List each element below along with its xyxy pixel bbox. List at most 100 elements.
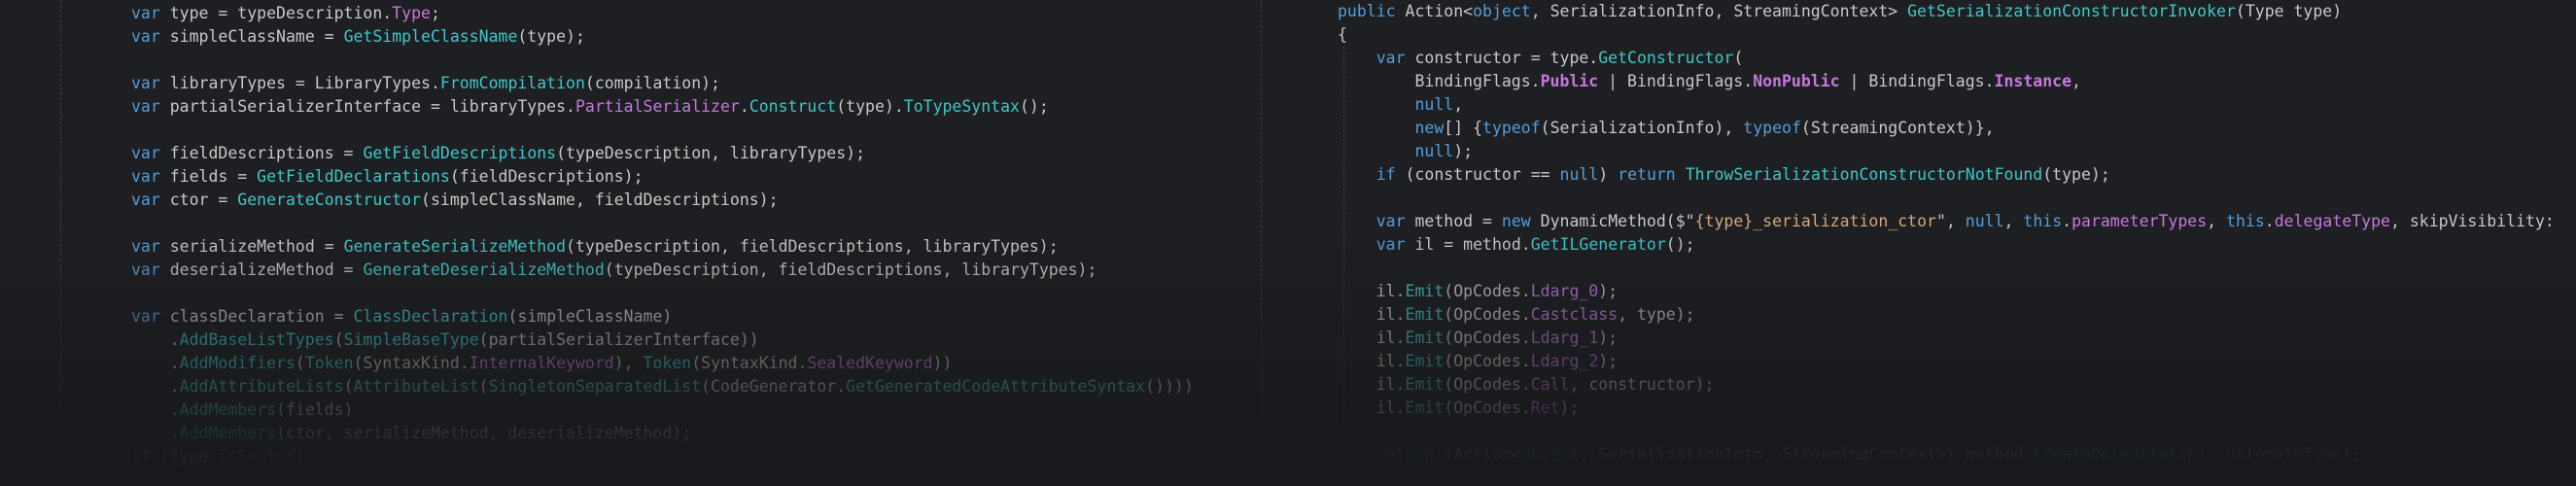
code-token: (OpCodes.: [1444, 375, 1531, 394]
code-token: new: [1501, 212, 1541, 230]
code-token: DynamicMethod($": [1540, 212, 1695, 230]
code-token: );: [1559, 399, 1580, 417]
code-token: Emit: [1405, 375, 1445, 394]
code-line[interactable]: var fields = GetFieldDeclarations(fieldD…: [131, 165, 644, 189]
code-line[interactable]: il.Emit(OpCodes.Ldarg_2);: [1338, 350, 1618, 373]
code-line[interactable]: var libraryTypes = LibraryTypes.FromComp…: [131, 72, 720, 95]
code-token: Ret: [1530, 399, 1560, 417]
code-token: if: [1375, 165, 1406, 184]
code-line[interactable]: var deserializeMethod = GenerateDeserial…: [131, 259, 1097, 282]
code-line[interactable]: var partialSerializerInterface = library…: [131, 95, 1049, 119]
code-token: GetFieldDescriptions: [363, 144, 557, 162]
code-token: SealedKeyword: [807, 354, 933, 372]
code-token: (CodeGenerator.: [701, 377, 847, 396]
code-token: ToTypeSyntax: [903, 97, 1020, 116]
code-token: (StreamingContext)},: [1800, 119, 1995, 137]
code-token: ()))): [1145, 377, 1194, 396]
code-line[interactable]: il.Emit(OpCodes.Ldarg_0);: [1338, 280, 1618, 303]
code-line[interactable]: if (constructor == null) return ThrowSer…: [1338, 163, 2110, 187]
code-token: il.: [1338, 329, 1406, 347]
code-token: GenerateDeserializeMethod: [363, 260, 605, 279]
code-token: (fields): [276, 400, 354, 419]
code-token: Token: [643, 354, 692, 372]
code-line[interactable]: if (type.IsSealed): [131, 445, 305, 469]
code-token: null: [1414, 95, 1454, 114]
code-line[interactable]: il.Emit(OpCodes.Ret);: [1338, 397, 1580, 420]
code-line[interactable]: null,: [1338, 93, 1463, 117]
code-line[interactable]: .AddBaseListTypes(SimpleBaseType(partial…: [131, 329, 759, 352]
code-line[interactable]: il.Emit(OpCodes.Castclass, type);: [1338, 303, 1695, 327]
code-token: AddModifiers: [179, 354, 296, 372]
code-token: (fieldDescriptions);: [449, 167, 644, 186]
code-token: {: [1338, 25, 1347, 44]
code-line[interactable]: var simpleClassName = GetSimpleClassName…: [131, 25, 585, 49]
code-token: Token: [304, 354, 354, 372]
code-token: (type);: [517, 27, 585, 46]
code-token: SimpleBaseType: [343, 330, 479, 349]
code-line[interactable]: .AddMembers(fields): [131, 399, 354, 422]
code-token: (OpCodes.: [1444, 352, 1531, 370]
code-line[interactable]: var il = method.GetILGenerator();: [1338, 233, 1695, 257]
code-token: .: [2062, 212, 2072, 230]
code-line[interactable]: var ctor = GenerateConstructor(simpleCla…: [131, 189, 779, 212]
code-token: {type}_serialization_ctor: [1694, 212, 1936, 230]
code-line[interactable]: null);: [1338, 140, 1473, 163]
code-line[interactable]: .AddAttributeLists(AttributeList(Singlet…: [131, 375, 1194, 399]
code-line[interactable]: BindingFlags.Public | BindingFlags.NonPu…: [1338, 70, 2081, 93]
code-token: var: [1375, 49, 1415, 67]
code-token: (SerializationInfo),: [1540, 119, 1744, 137]
code-token: (: [295, 354, 305, 372]
code-token: Ldarg_2: [1530, 352, 1599, 370]
code-token: .: [739, 97, 749, 116]
code-token: , skipVisibility:: [2389, 212, 2555, 230]
code-token: .: [131, 424, 180, 442]
code-token: (typeDescription, libraryTypes);: [556, 144, 866, 162]
code-token: Instance: [1994, 72, 2072, 90]
code-token: ,: [2003, 212, 2024, 230]
code-line[interactable]: var method = new DynamicMethod($"{type}_…: [1338, 210, 2555, 233]
code-line[interactable]: il.Emit(OpCodes.Ldarg_1);: [1338, 327, 1618, 350]
code-line[interactable]: var constructor = type.GetConstructor(: [1338, 47, 1744, 70]
code-token: .: [131, 354, 180, 372]
code-line[interactable]: var fieldDescriptions = GetFieldDescript…: [131, 142, 865, 165]
code-token: Emit: [1405, 282, 1445, 300]
code-token: .: [2264, 212, 2275, 230]
code-line[interactable]: return (Action<object, SerializationInfo…: [1338, 443, 2361, 467]
code-pane-right[interactable]: public Action<object, SerializationInfo,…: [1264, 0, 2576, 486]
code-token: deserializeMethod =: [169, 260, 364, 279]
code-token: Emit: [1405, 329, 1445, 347]
code-line[interactable]: public Action<object, SerializationInfo,…: [1338, 0, 2342, 23]
code-token: ",: [1935, 212, 1966, 230]
code-token: il.: [1338, 375, 1406, 394]
code-token: FromCompilation: [439, 74, 585, 92]
code-line[interactable]: var classDeclaration = ClassDeclaration(…: [131, 305, 672, 329]
code-token: .: [131, 330, 180, 349]
code-token: serializeMethod =: [169, 237, 344, 256]
code-line[interactable]: .AddModifiers(Token(SyntaxKind.InternalK…: [131, 352, 953, 375]
code-token: il = method.: [1414, 235, 1531, 254]
code-token: var: [131, 167, 170, 186]
code-line[interactable]: var serializeMethod = GenerateSerializeM…: [131, 235, 1059, 259]
code-token: var: [131, 237, 170, 256]
code-line[interactable]: {: [1338, 23, 1347, 47]
code-token: (: [478, 377, 489, 396]
code-token: this: [2023, 212, 2063, 230]
code-token: object: [1520, 445, 1580, 464]
code-pane-left[interactable]: var type = typeDescription.Type; var simp…: [0, 0, 1264, 486]
code-token: (type.: [159, 447, 219, 466]
code-token: Emit: [1405, 305, 1445, 324]
code-token: (OpCodes.: [1444, 399, 1531, 417]
code-token: Ldarg_0: [1530, 282, 1599, 300]
code-token: ctor =: [169, 191, 238, 209]
code-line[interactable]: new[] {typeof(SerializationInfo), typeof…: [1338, 117, 1995, 140]
code-token: return: [1618, 165, 1686, 184]
code-token: (: [343, 377, 354, 396]
code-line[interactable]: .AddMembers(ctor, serializeMethod, deser…: [131, 422, 691, 445]
code-token: var: [131, 260, 170, 279]
code-token: , type);: [1618, 305, 1695, 324]
code-line[interactable]: var type = typeDescription.Type;: [131, 2, 440, 25]
code-token: (Action<: [1444, 445, 1521, 464]
code-line[interactable]: il.Emit(OpCodes.Call, constructor);: [1338, 373, 1715, 397]
code-token: delegateType: [2225, 445, 2343, 464]
